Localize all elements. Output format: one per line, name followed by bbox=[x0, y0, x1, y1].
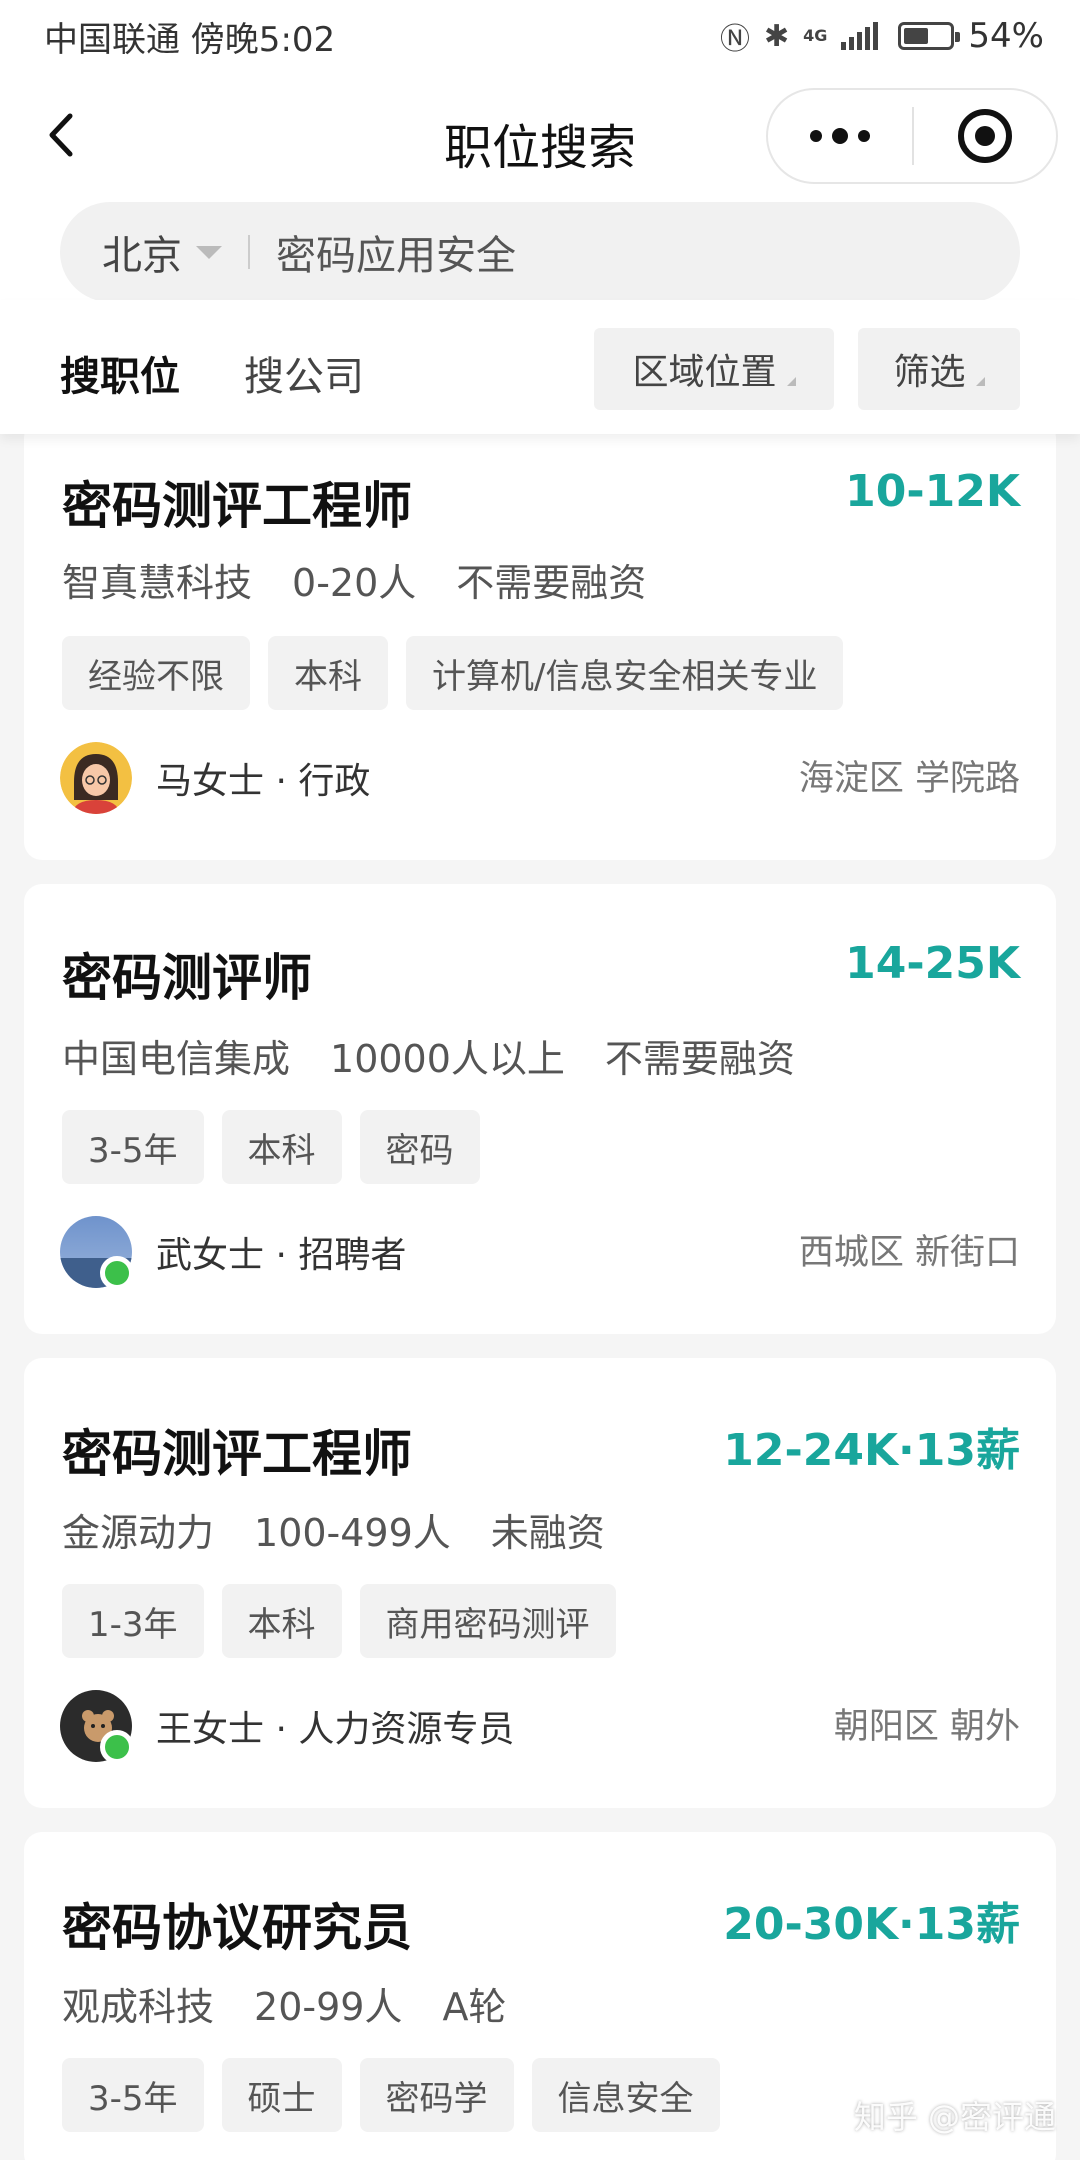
more-dots-icon[interactable] bbox=[768, 90, 912, 182]
tag: 3-5年 bbox=[62, 2058, 204, 2132]
tag: 密码 bbox=[359, 1110, 480, 1184]
watermark: 知乎 @密评通 bbox=[853, 2098, 1056, 2136]
status-bar: 中国联通 傍晚5:02 Ⓝ ✱ 4G 54% bbox=[0, 0, 1080, 72]
tag: 本科 bbox=[268, 636, 388, 710]
company-name: 中国电信集成 bbox=[62, 1037, 291, 1081]
status-icons: Ⓝ ✱ 4G 54% bbox=[720, 14, 1044, 58]
filter-button[interactable]: 筛选 bbox=[858, 328, 1020, 410]
recruiter: 王女士 · 人力资源专员 bbox=[60, 1690, 515, 1764]
signal-icon bbox=[841, 22, 879, 50]
area-filter-button[interactable]: 区域位置 bbox=[594, 328, 834, 410]
tag: 3-5年 bbox=[62, 1110, 204, 1184]
company-info: 智真慧科技 0-20人 不需要融资 bbox=[62, 552, 686, 607]
battery-icon bbox=[898, 22, 961, 50]
nav-bar: 职位搜索 bbox=[0, 72, 1080, 202]
recruiter: 武女士 · 招聘者 bbox=[60, 1216, 407, 1290]
company-info: 中国电信集成 10000人以上 不需要融资 bbox=[62, 1028, 835, 1083]
salary: 20-30K·13薪 bbox=[723, 1899, 1020, 1950]
target-icon[interactable] bbox=[914, 109, 1056, 163]
salary: 14-25K bbox=[845, 938, 1020, 989]
salary: 10-12K bbox=[845, 466, 1020, 517]
tag: 商用密码测评 bbox=[359, 1584, 616, 1658]
tag: 计算机/信息安全相关专业 bbox=[406, 636, 844, 710]
search-input[interactable]: 密码应用安全 bbox=[276, 223, 516, 281]
job-title: 密码测评工程师 bbox=[62, 477, 412, 535]
company-funding: 不需要融资 bbox=[604, 1037, 795, 1081]
tag: 本科 bbox=[221, 1584, 342, 1658]
mini-program-capsule bbox=[766, 88, 1058, 184]
corner-triangle-icon bbox=[786, 376, 796, 386]
company-info: 金源动力 100-499人 未融资 bbox=[62, 1502, 645, 1557]
tag: 硕士 bbox=[221, 2058, 342, 2132]
recruiter-name: 武女士 · 招聘者 bbox=[156, 1235, 407, 1276]
salary: 12-24K·13薪 bbox=[723, 1425, 1020, 1476]
search-bar[interactable]: 北京 密码应用安全 bbox=[60, 202, 1020, 302]
job-title: 密码测评师 bbox=[62, 949, 312, 1007]
company-funding: 不需要融资 bbox=[456, 561, 647, 605]
company-size: 10000人以上 bbox=[330, 1037, 565, 1081]
tag: 1-3年 bbox=[62, 1584, 204, 1658]
job-tags: 1-3年 本科 商用密码测评 bbox=[62, 1584, 616, 1658]
recruiter: 马女士 · 行政 bbox=[60, 742, 370, 814]
area-filter-label: 区域位置 bbox=[632, 352, 777, 393]
job-card[interactable]: 密码测评工程师 12-24K·13薪 金源动力 100-499人 未融资 1-3年 … bbox=[24, 1358, 1056, 1808]
tag: 信息安全 bbox=[531, 2058, 720, 2132]
corner-triangle-icon bbox=[975, 376, 985, 386]
company-funding: A轮 bbox=[442, 1985, 507, 2029]
tab-search-companies[interactable]: 搜公司 bbox=[244, 344, 364, 402]
woman-avatar-icon bbox=[60, 742, 132, 814]
company-size: 100-499人 bbox=[254, 1511, 451, 1555]
recruiter-name: 马女士 · 行政 bbox=[156, 761, 371, 802]
job-location: 朝阳区 朝外 bbox=[833, 1707, 1020, 1747]
filter-label: 筛选 bbox=[893, 352, 966, 393]
job-title: 密码测评工程师 bbox=[62, 1425, 412, 1483]
nfc-icon: Ⓝ bbox=[720, 22, 751, 57]
job-title: 密码协议研究员 bbox=[62, 1899, 412, 1957]
caret-down-icon[interactable] bbox=[196, 245, 222, 259]
bluetooth-icon: ✱ bbox=[764, 18, 790, 54]
search-area: 北京 密码应用安全 bbox=[0, 202, 1080, 302]
company-size: 0-20人 bbox=[292, 561, 417, 605]
tag: 密码学 bbox=[359, 2058, 514, 2132]
job-tags: 3-5年 硕士 密码学 信息安全 bbox=[62, 2058, 720, 2132]
job-location: 海淀区 学院路 bbox=[798, 759, 1020, 799]
avatar bbox=[60, 742, 132, 814]
company-name: 观成科技 bbox=[62, 1985, 215, 2029]
job-tags: 3-5年 本科 密码 bbox=[62, 1110, 480, 1184]
job-location: 西城区 新街口 bbox=[798, 1233, 1020, 1273]
online-status-dot bbox=[100, 1730, 134, 1764]
company-info: 观成科技 20-99人 A轮 bbox=[62, 1976, 546, 2031]
online-status-dot bbox=[100, 1256, 134, 1290]
city-selector[interactable]: 北京 bbox=[102, 223, 182, 281]
search-divider bbox=[248, 235, 250, 269]
job-card[interactable]: 密码测评师 14-25K 中国电信集成 10000人以上 不需要融资 3-5年 本科… bbox=[24, 884, 1056, 1334]
tag: 本科 bbox=[221, 1110, 342, 1184]
avatar bbox=[60, 1690, 134, 1764]
job-card[interactable]: 密码测评工程师 10-12K 智真慧科技 0-20人 不需要融资 经验不限 本科 计… bbox=[24, 420, 1056, 860]
carrier-time: 中国联通 傍晚5:02 bbox=[44, 19, 336, 60]
company-size: 20-99人 bbox=[254, 1985, 403, 2029]
company-name: 智真慧科技 bbox=[62, 561, 253, 605]
battery-label: 54% bbox=[968, 16, 1044, 56]
tab-search-jobs[interactable]: 搜职位 bbox=[60, 344, 180, 402]
avatar bbox=[60, 1216, 134, 1290]
recruiter-name: 王女士 · 人力资源专员 bbox=[156, 1709, 515, 1750]
network-type: 4G bbox=[803, 26, 828, 45]
tag: 经验不限 bbox=[62, 636, 250, 710]
battery-level bbox=[904, 28, 929, 44]
job-tags: 经验不限 本科 计算机/信息安全相关专业 bbox=[62, 636, 844, 710]
company-funding: 未融资 bbox=[490, 1511, 605, 1555]
filter-row: 搜职位 搜公司 区域位置 筛选 bbox=[0, 300, 1080, 434]
company-name: 金源动力 bbox=[62, 1511, 215, 1555]
